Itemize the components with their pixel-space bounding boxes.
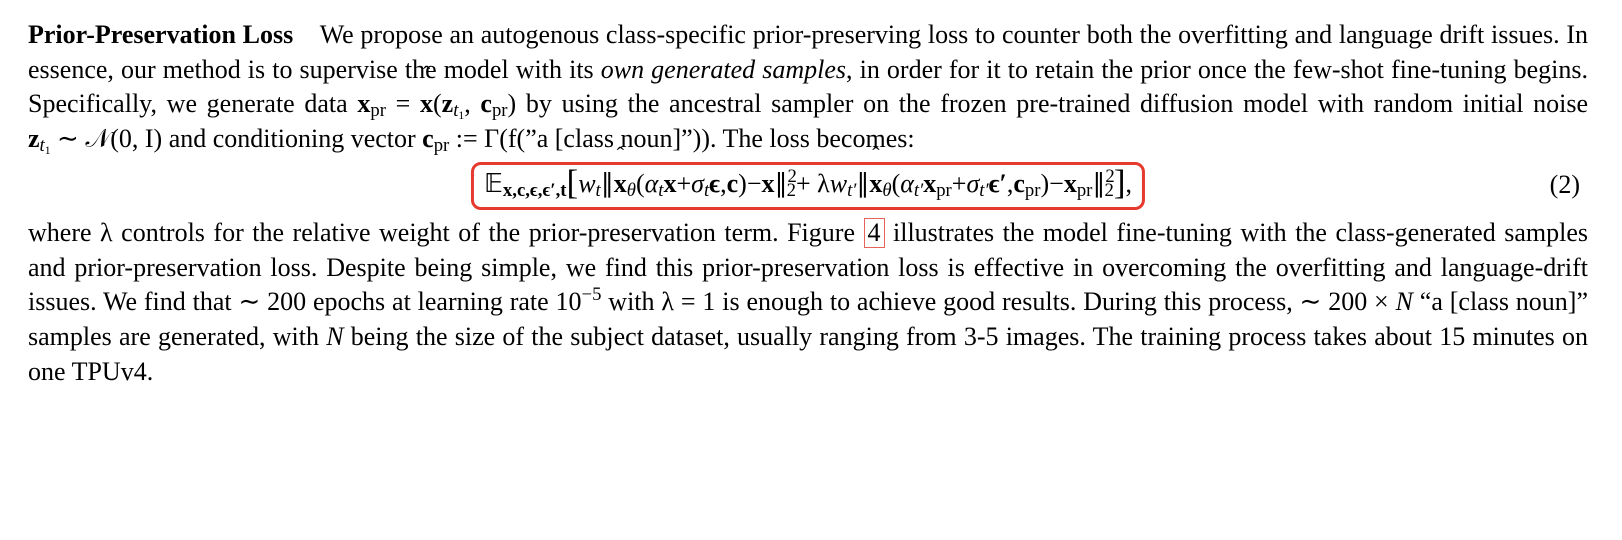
paragraph-2: where λ controls for the relative weight… (28, 216, 1588, 389)
text: with λ = 1 is enough to achieve good res… (601, 287, 1395, 316)
inline-math: zt1 ∼ 𝒩(0, I) (28, 124, 162, 153)
expectation-symbol: 𝔼 (484, 167, 503, 202)
equation-row: 𝔼x,c,ϵ,ϵ′,t [ wt ∥ˆxθ(αtx + σtϵ, c) − x∥… (28, 162, 1588, 210)
text: and conditioning vector (162, 124, 422, 153)
equation-trailing-comma: , (1126, 167, 1133, 202)
text: where λ controls for the relative weight… (28, 218, 864, 247)
text: by using the ancestral sampler on the fr… (516, 89, 1588, 118)
inline-math: cpr := Γ(f(”a [class noun]”)) (422, 124, 710, 153)
variable-N: N (326, 322, 343, 351)
paragraph-1: Prior-Preservation Loss We propose an au… (28, 18, 1588, 156)
emphasis: own generated samples (601, 55, 846, 84)
page: Prior-Preservation Loss We propose an au… (0, 0, 1618, 407)
paragraph-title: Prior-Preservation Loss (28, 20, 293, 49)
equation-highlight-box: 𝔼x,c,ϵ,ϵ′,t [ wt ∥ˆxθ(αtx + σtϵ, c) − x∥… (471, 162, 1145, 210)
inline-math: xpr = ˆx(zt1, cpr) (357, 89, 516, 118)
text: . The loss becomes: (710, 124, 915, 153)
variable-N: N (1396, 287, 1413, 316)
equation-number: (2) (1550, 168, 1580, 203)
exponent: −5 (582, 284, 602, 305)
expectation-subscript: x,c,ϵ,ϵ′,t (503, 179, 567, 204)
figure-reference[interactable]: 4 (864, 218, 885, 247)
